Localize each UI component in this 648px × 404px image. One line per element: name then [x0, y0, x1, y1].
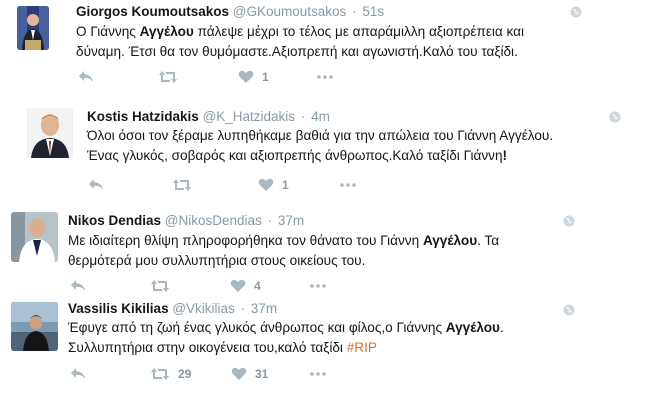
text-part: Με ιδιαίτερη θλίψη πληροφορήθηκα τον θάν…	[68, 233, 423, 248]
like-count: 4	[254, 279, 261, 293]
like-button[interactable]: 1	[238, 69, 269, 85]
retweet-icon	[173, 179, 191, 191]
timestamp[interactable]: 37m	[251, 301, 277, 316]
like-button[interactable]: 31	[231, 366, 268, 382]
retweet-button[interactable]: 29	[150, 366, 191, 382]
separator-dot: ·	[267, 213, 273, 228]
tweet-actions: 4	[70, 278, 390, 294]
globe-icon	[563, 215, 575, 227]
like-count: 1	[282, 178, 289, 192]
more-icon	[317, 75, 333, 79]
highlight-word: !	[502, 148, 508, 163]
heart-icon	[238, 70, 254, 83]
author-name[interactable]: Vassilis Kikilias	[68, 301, 169, 316]
retweet-button[interactable]	[172, 177, 200, 193]
tweet-header: Vassilis Kikilias @Vkikilias · 37m	[68, 301, 277, 316]
retweet-icon	[159, 71, 177, 83]
author-handle[interactable]: @Vkikilias	[172, 301, 234, 316]
reply-icon	[89, 179, 103, 190]
more-button[interactable]	[310, 366, 326, 382]
reply-button[interactable]	[70, 366, 86, 382]
more-button[interactable]	[340, 177, 356, 193]
timestamp[interactable]: 4m	[311, 109, 330, 124]
tweet-text: Έφυγε από τη ζωή ένας γλυκός άνθρωπος κα…	[68, 318, 628, 358]
more-icon	[310, 372, 326, 376]
like-count: 1	[262, 70, 269, 84]
text-part: Ο Γιάννης	[76, 24, 140, 39]
tweet-actions: 1	[78, 69, 398, 85]
avatar-photo	[17, 6, 49, 50]
reply-icon	[71, 280, 85, 291]
like-count: 31	[255, 367, 269, 381]
retweet-icon	[151, 280, 169, 292]
retweet-button[interactable]	[158, 69, 186, 85]
tweet-actions: 1	[88, 177, 408, 193]
reply-button[interactable]	[78, 69, 94, 85]
tweet-text: Ο Γιάννης Αγγέλου πάλεψε μέχρι το τέλος …	[76, 22, 636, 62]
tweet-text: Όλοι όσοι τον ξέραμε λυπηθήκαμε βαθιά γι…	[87, 126, 637, 166]
like-button[interactable]: 4	[230, 278, 261, 294]
more-button[interactable]	[310, 278, 326, 294]
author-handle[interactable]: @NikosDendias	[165, 213, 262, 228]
tweet: Giorgos Koumoutsakos @GKoumoutsakos · 51…	[0, 0, 648, 96]
avatar[interactable]	[27, 108, 73, 158]
text-part: Όλοι όσοι τον ξέραμε λυπηθήκαμε βαθιά γι…	[87, 128, 554, 163]
tweet: Vassilis Kikilias @Vkikilias · 37m Έφυγε…	[0, 296, 648, 404]
tweet: Nikos Dendias @NikosDendias · 37m Με ιδι…	[0, 200, 648, 296]
retweet-button[interactable]	[150, 278, 178, 294]
avatar-photo	[11, 212, 58, 262]
tweet: Kostis Hatzidakis @K_Hatzidakis · 4m Όλο…	[0, 96, 648, 200]
tweet-text: Με ιδιαίτερη θλίψη πληροφορήθηκα τον θάν…	[68, 231, 628, 271]
highlight-word: Αγγέλου	[139, 24, 194, 39]
author-name[interactable]: Giorgos Koumoutsakos	[76, 4, 229, 19]
globe-icon	[563, 304, 575, 316]
more-icon	[310, 284, 326, 288]
retweet-count: 29	[178, 367, 192, 381]
separator-dot: ·	[352, 4, 357, 19]
globe-icon	[609, 111, 621, 123]
like-button[interactable]: 1	[258, 177, 289, 193]
reply-icon	[79, 71, 93, 82]
heart-icon	[258, 178, 274, 191]
separator-dot: ·	[240, 301, 246, 316]
heart-icon	[230, 279, 246, 292]
reply-icon	[71, 368, 85, 379]
separator-dot: ·	[300, 109, 306, 124]
timestamp[interactable]: 37m	[278, 213, 304, 228]
heart-icon	[231, 367, 247, 380]
hashtag-link[interactable]: #RIP	[347, 340, 377, 355]
text-part: Έφυγε από τη ζωή ένας γλυκός άνθρωπος κα…	[68, 320, 446, 335]
author-handle[interactable]: @GKoumoutsakos	[233, 4, 347, 19]
reply-button[interactable]	[88, 177, 104, 193]
avatar[interactable]	[11, 212, 58, 262]
highlight-word: Αγγέλου	[422, 233, 478, 248]
author-name[interactable]: Nikos Dendias	[68, 213, 161, 228]
author-handle[interactable]: @K_Hatzidakis	[203, 109, 296, 124]
tweet-header: Giorgos Koumoutsakos @GKoumoutsakos · 51…	[76, 4, 384, 19]
more-icon	[340, 183, 356, 187]
avatar[interactable]	[17, 6, 49, 50]
reply-button[interactable]	[70, 278, 86, 294]
tweet-actions: 29 31	[70, 366, 390, 382]
tweet-header: Kostis Hatzidakis @K_Hatzidakis · 4m	[87, 109, 330, 124]
avatar[interactable]	[11, 302, 58, 351]
highlight-word: Αγγέλου	[445, 320, 500, 335]
avatar-photo	[11, 302, 58, 351]
timestamp[interactable]: 51s	[362, 4, 384, 19]
avatar-photo	[27, 108, 73, 158]
globe-icon	[570, 6, 582, 18]
author-name[interactable]: Kostis Hatzidakis	[87, 109, 199, 124]
retweet-icon	[151, 368, 169, 380]
tweet-header: Nikos Dendias @NikosDendias · 37m	[68, 213, 304, 228]
more-button[interactable]	[317, 69, 333, 85]
